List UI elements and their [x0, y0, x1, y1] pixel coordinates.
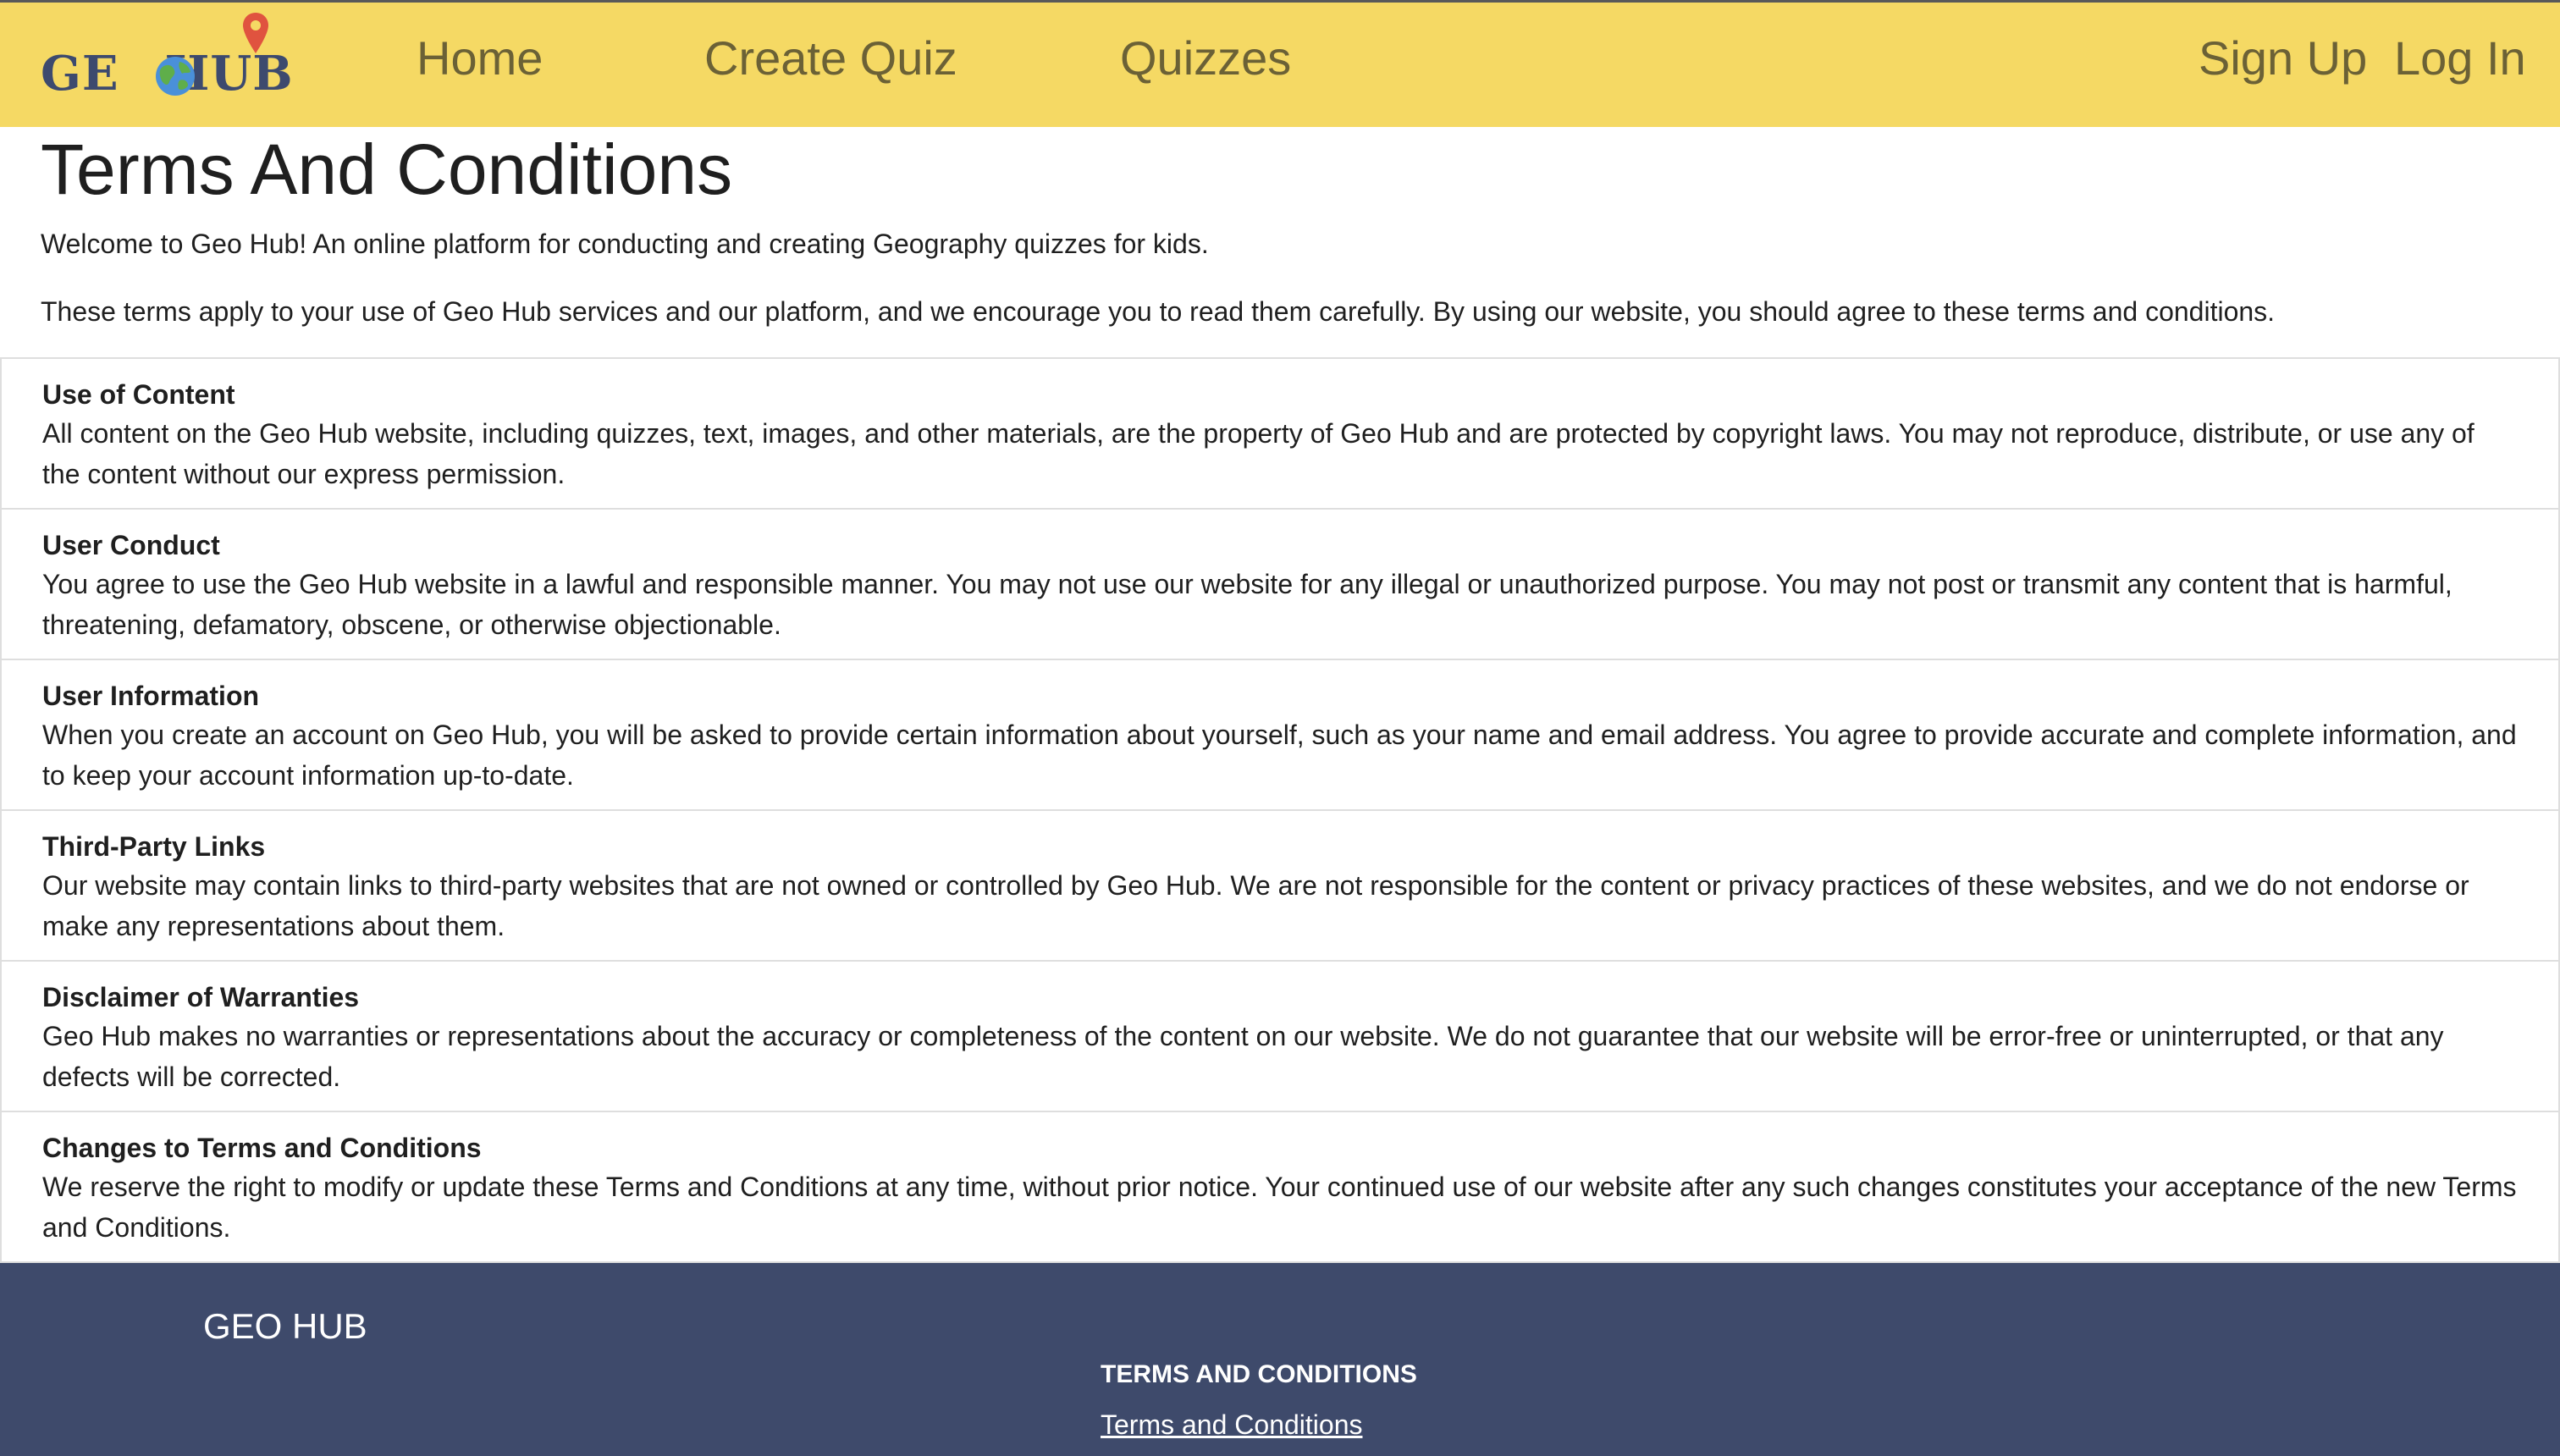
section-title: Disclaimer of Warranties [42, 982, 360, 1012]
terms-section-changes: Changes to Terms and Conditions We reser… [0, 1112, 2560, 1263]
section-title: Changes to Terms and Conditions [42, 1133, 482, 1163]
globe-icon [156, 57, 195, 96]
terms-section-user-information: User Information When you create an acco… [0, 660, 2560, 811]
map-pin-icon [243, 13, 268, 53]
terms-section-disclaimer-of-warranties: Disclaimer of Warranties Geo Hub makes n… [0, 962, 2560, 1112]
section-body: Our website may contain links to third-p… [42, 870, 2469, 941]
section-body: Geo Hub makes no warranties or represent… [42, 1021, 2444, 1092]
section-body: All content on the Geo Hub website, incl… [42, 418, 2474, 489]
terms-section-user-conduct: User Conduct You agree to use the Geo Hu… [0, 510, 2560, 660]
log-in-link[interactable]: Log In [2394, 31, 2526, 85]
footer-terms-link[interactable]: Terms and Conditions [1101, 1407, 1362, 1442]
nav-home-link[interactable]: Home [417, 31, 543, 85]
terms-section-third-party-links: Third-Party Links Our website may contai… [0, 811, 2560, 962]
terms-sections-list: Use of Content All content on the Geo Hu… [0, 357, 2560, 1263]
footer: GEO HUB TERMS AND CONDITIONS Terms and C… [0, 1263, 2560, 1456]
section-title: Third-Party Links [42, 831, 266, 862]
section-title: User Information [42, 681, 260, 711]
footer-brand: GEO HUB [203, 1306, 367, 1346]
sign-up-link[interactable]: Sign Up [2199, 31, 2367, 85]
geo-hub-logo[interactable]: GE HUB [41, 11, 293, 104]
navbar: GE HUB Home Create Quiz Quizzes Sign Up L… [0, 0, 2560, 127]
page-title: Terms And Conditions [41, 130, 733, 209]
intro-paragraph-welcome: Welcome to Geo Hub! An online platform f… [41, 229, 1209, 259]
section-body: When you create an account on Geo Hub, y… [42, 720, 2517, 791]
nav-quizzes-link[interactable]: Quizzes [1120, 31, 1291, 85]
terms-section-use-of-content: Use of Content All content on the Geo Hu… [0, 359, 2560, 510]
section-title: User Conduct [42, 530, 220, 560]
section-body: You agree to use the Geo Hub website in … [42, 569, 2452, 640]
section-body: We reserve the right to modify or update… [42, 1172, 2517, 1243]
section-title: Use of Content [42, 379, 235, 410]
footer-terms-heading: TERMS AND CONDITIONS [1101, 1360, 1417, 1388]
logo-text-left: GE [41, 46, 119, 102]
nav-create-quiz-link[interactable]: Create Quiz [704, 31, 957, 85]
intro-paragraph-terms: These terms apply to your use of Geo Hub… [41, 296, 2276, 327]
